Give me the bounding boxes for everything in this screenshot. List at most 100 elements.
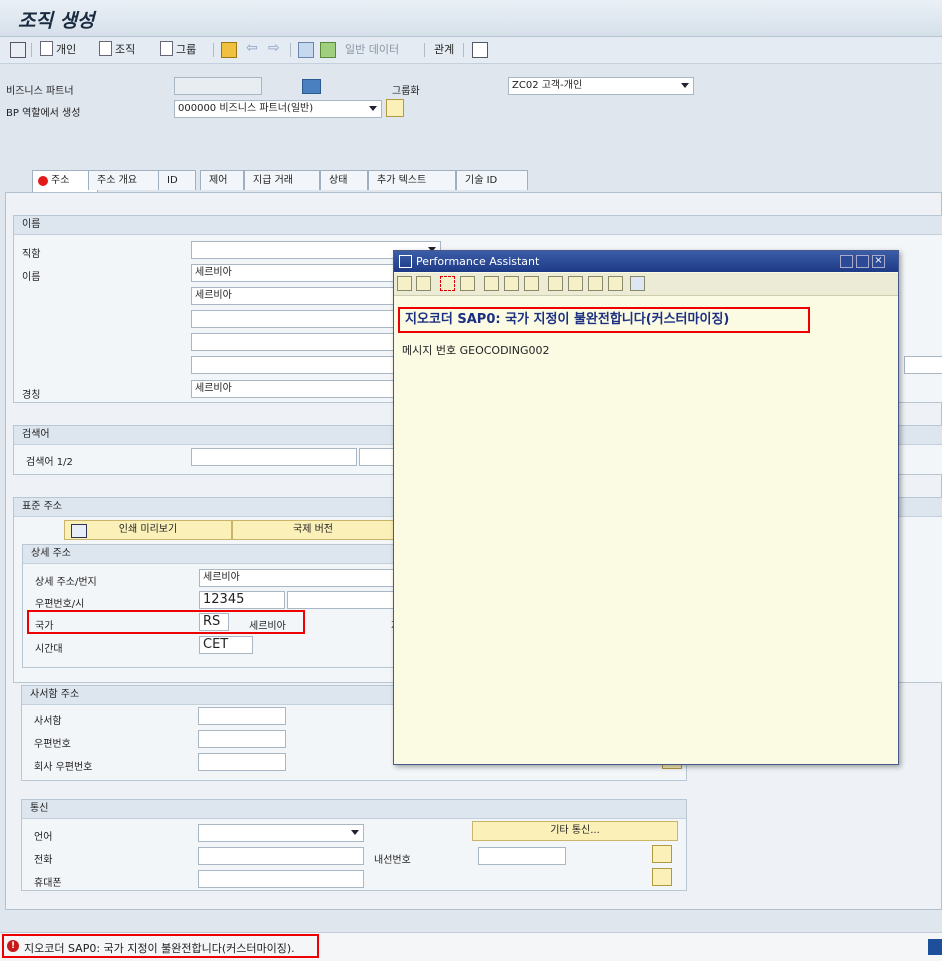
previous-arrow-icon[interactable]: ⇦ [246,39,258,57]
tab-label: 추가 텍스트 [377,175,427,186]
document-icon[interactable] [440,276,455,291]
search-term1-field[interactable] [191,448,357,466]
dialog-title: Performance Assistant [416,255,540,268]
status-message[interactable]: ! 지오코더 SAP0: 국가 지정이 불완전합니다(커스터마이징). [2,934,319,958]
timezone-field[interactable]: CET [199,636,253,654]
new-document-icon [99,41,112,56]
tab-technical-id[interactable]: 기술 ID [456,170,528,190]
company-postal-field[interactable] [198,753,286,771]
relations-button[interactable]: 관계 [434,41,454,59]
communication-group: 통신 언어 기타 통신... 전화 내선번호 휴대폰 [21,799,687,891]
role-value: 000000 비즈니스 파트너(일반) [178,103,314,114]
tab-payment[interactable]: 지급 거래 [244,170,320,190]
grouping-select[interactable]: ZC02 고객-개인 [508,77,694,95]
window-icon [399,255,412,268]
flag-icon[interactable] [548,276,563,291]
general-data-button[interactable]: 일반 데이터 [345,41,399,59]
factory-icon [302,79,321,94]
tab-label: 주소 개요 [97,175,137,186]
edit-icon[interactable] [652,845,672,863]
error-icon: ! [7,940,19,952]
mobile-field[interactable] [198,870,364,888]
toolbar-separator [424,43,425,57]
name2-field[interactable]: 세르비아 [191,287,401,305]
close-icon[interactable]: × [872,255,885,268]
role-select[interactable]: 000000 비즈니스 파트너(일반) [174,100,382,118]
toolbar-separator [463,43,464,57]
extension-field[interactable] [478,847,566,865]
edit-icon[interactable] [652,868,672,886]
name5-field[interactable] [191,356,401,374]
other-communication-button[interactable]: 기타 통신... [472,821,678,841]
back-icon[interactable] [397,276,412,291]
where-used-icon[interactable] [320,42,336,58]
print-icon[interactable] [568,276,583,291]
switch-icon[interactable] [298,42,314,58]
grouping-value: ZC02 고객-개인 [512,80,583,91]
city-field[interactable] [287,591,399,609]
chevron-down-icon [351,830,359,835]
language-select[interactable] [198,824,364,842]
next-arrow-icon[interactable]: ⇨ [268,39,280,57]
technical-icon[interactable] [504,276,519,291]
name1-field[interactable]: 세르비아 [191,264,401,282]
name-label: 이름 [22,272,41,283]
postal-city-label: 우편번호/시 [35,599,85,610]
link-icon[interactable] [524,276,539,291]
group-header: 통신 [22,800,686,819]
menu-icon[interactable] [10,42,26,58]
salutation-label: 직함 [22,249,41,260]
language-label: 언어 [34,832,53,843]
find-icon[interactable] [588,276,603,291]
country-highlight [27,610,305,634]
tab-address-overview[interactable]: 주소 개요 [88,170,162,190]
message-number: 메시지 번호 GEOCODING002 [402,344,550,357]
status-bar: ! 지오코더 SAP0: 국가 지정이 불완전합니다(커스터마이징). [0,932,942,961]
po-postal-field[interactable] [198,730,286,748]
street-field[interactable]: 세르비아 [199,569,399,587]
po-box-field[interactable] [198,707,286,725]
person-label: 개인 [56,43,77,56]
tab-control[interactable]: 제어 [200,170,244,190]
company-postal-label: 회사 우편번호 [34,762,93,773]
tab-status[interactable]: 상태 [320,170,368,190]
maximize-icon[interactable] [856,255,869,268]
edit-icon[interactable] [484,276,499,291]
window-title: 조직 생성 [18,10,95,32]
name4-field[interactable] [191,333,401,351]
printer-icon [71,524,87,538]
tab-label: 상태 [329,175,348,186]
chevron-down-icon [369,106,377,111]
open-folder-icon[interactable] [221,42,237,58]
tab-additional-text[interactable]: 추가 텍스트 [368,170,456,190]
international-version-button[interactable]: 국제 버전 [232,520,394,540]
close-icon[interactable] [630,276,645,291]
print-preview-button[interactable]: 인쇄 미리보기 [64,520,232,540]
po-box-label: 사서함 [34,716,62,727]
tab-label: ID [167,175,178,186]
forward-icon[interactable] [416,276,431,291]
name-extra-field[interactable] [904,356,942,374]
search-icon[interactable] [386,99,404,117]
title-label: 경칭 [22,390,41,401]
timezone-label: 시간대 [35,644,63,655]
organization-button[interactable]: 조직 [99,41,135,59]
tab-label: 기술 ID [465,175,498,186]
settings-icon[interactable] [608,276,623,291]
phone-field[interactable] [198,847,364,865]
table-icon[interactable] [472,42,488,58]
toolbar-separator [213,43,214,57]
application-toolbar: 개인 조직 그룹 ⇦ ⇨ 일반 데이터 관계 [0,37,942,64]
bp-label: 비즈니스 파트너 [6,86,74,97]
person-button[interactable]: 개인 [40,41,76,59]
group-button[interactable]: 그룹 [160,41,196,59]
minimize-icon[interactable] [840,255,853,268]
name3-field[interactable] [191,310,401,328]
dialog-titlebar[interactable]: Performance Assistant × [394,251,898,272]
tab-label: 주소 [51,175,70,186]
tab-id[interactable]: ID [158,170,196,190]
tree-icon[interactable] [460,276,475,291]
title-field[interactable]: 세르비아 [191,380,401,398]
postal-code-field[interactable]: 12345 [199,591,285,609]
bp-number-field[interactable] [174,77,262,95]
